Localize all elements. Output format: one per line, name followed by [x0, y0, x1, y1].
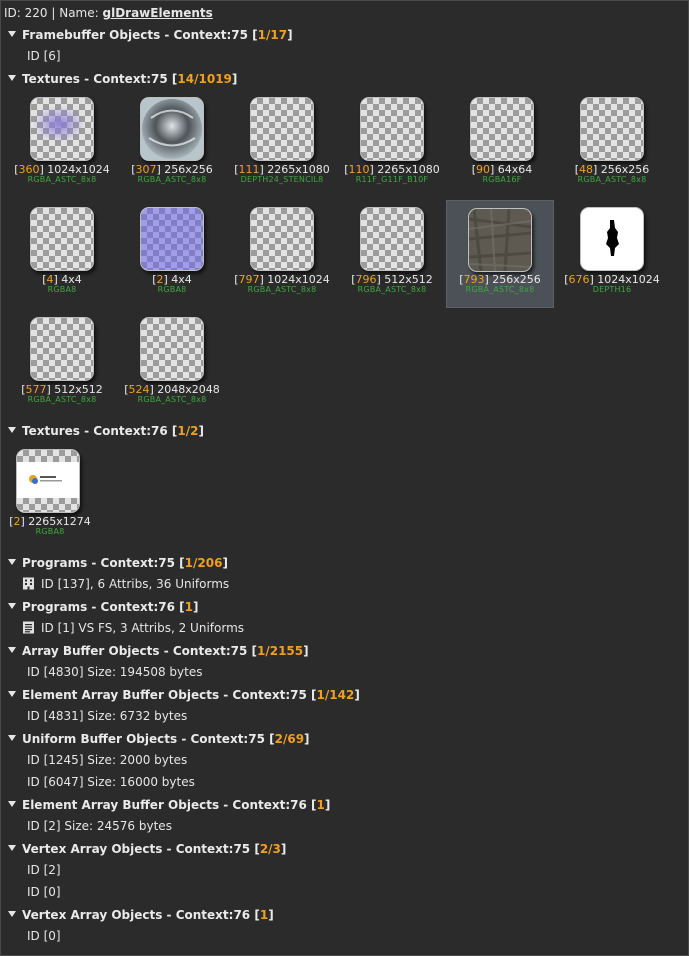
- texture-preview: [606, 220, 619, 256]
- texture-preview: [469, 209, 531, 271]
- element-array-buffer-item[interactable]: ID [2] Size: 24576 bytes: [27, 817, 172, 835]
- texture-thumbnail: [468, 208, 532, 272]
- texture-tile-2[interactable]: [2] 4x4 RGBA8: [122, 201, 222, 304]
- vertex-array-item[interactable]: ID [2]: [27, 861, 61, 879]
- program-document-icon: [23, 621, 34, 634]
- texture-tile-110[interactable]: [110] 2265x1080 R11F_G11F_B10F: [342, 91, 442, 194]
- texture-preview: [17, 462, 79, 498]
- section-header-vertex-array-ctx75[interactable]: Vertex Array Objects - Context:75 [2/3]: [8, 840, 286, 858]
- expand-triangle-icon: [8, 801, 16, 807]
- texture-thumbnail: [30, 207, 94, 271]
- texture-tile-48[interactable]: [48] 256x256 RGBA_ASTC_8x8: [562, 91, 662, 194]
- section-header-programs-ctx76[interactable]: Programs - Context:76 [1]: [8, 598, 199, 616]
- section-header-element-array-buffer-ctx75[interactable]: Element Array Buffer Objects - Context:7…: [8, 686, 360, 704]
- uniform-buffer-item[interactable]: ID [6047] Size: 16000 bytes: [27, 773, 195, 791]
- call-name-link[interactable]: glDrawElements: [102, 6, 212, 20]
- texture-tile-797[interactable]: [797] 1024x1024 RGBA_ASTC_8x8: [232, 201, 332, 304]
- texture-tile-90[interactable]: [90] 64x64 RGBA16F: [452, 91, 552, 194]
- texture-tile-ctx76-2[interactable]: [2] 2265x1274 RGBA8: [0, 443, 100, 546]
- expand-triangle-icon: [8, 845, 16, 851]
- section-header-textures-ctx76[interactable]: Textures - Context:76 [1/2]: [8, 422, 204, 440]
- texture-tile-4[interactable]: [4] 4x4 RGBA8: [12, 201, 112, 304]
- program-item-137[interactable]: ID [137], 6 Attribs, 36 Uniforms: [22, 575, 229, 593]
- call-header: ID: 220 | Name: glDrawElements: [4, 6, 213, 20]
- expand-triangle-icon: [8, 911, 16, 917]
- section-header-programs-ctx75[interactable]: Programs - Context:75 [1/206]: [8, 554, 228, 572]
- section-header-uniform-buffer-ctx75[interactable]: Uniform Buffer Objects - Context:75 [2/6…: [8, 730, 310, 748]
- texture-thumbnail: [140, 207, 204, 271]
- texture-preview: [141, 208, 203, 270]
- texture-thumbnail: [140, 97, 204, 161]
- section-header-vertex-array-ctx76[interactable]: Vertex Array Objects - Context:76 [1]: [8, 906, 274, 924]
- element-array-buffer-item[interactable]: ID [4831] Size: 6732 bytes: [27, 707, 187, 725]
- texture-tile-793-selected[interactable]: [793] 256x256 RGBA_ASTC_8x8: [446, 200, 554, 308]
- texture-preview: [141, 98, 203, 160]
- vertex-array-item[interactable]: ID [0]: [27, 927, 61, 945]
- texture-tile-524[interactable]: [524] 2048x2048 RGBA_ASTC_8x8: [122, 311, 222, 414]
- expand-triangle-icon: [8, 75, 16, 81]
- texture-thumbnail: [140, 317, 204, 381]
- texture-thumbnail: [360, 97, 424, 161]
- texture-tile-307[interactable]: [307] 256x256 RGBA_ASTC_8x8: [122, 91, 222, 194]
- uniform-buffer-item[interactable]: ID [1245] Size: 2000 bytes: [27, 751, 187, 769]
- expand-triangle-icon: [8, 735, 16, 741]
- expand-triangle-icon: [8, 559, 16, 565]
- texture-tile-796[interactable]: [796] 512x512 RGBA_ASTC_8x8: [342, 201, 442, 304]
- program-item-1[interactable]: ID [1] VS FS, 3 Attribs, 2 Uniforms: [22, 619, 244, 637]
- expand-triangle-icon: [8, 31, 16, 37]
- texture-tile-577[interactable]: [577] 512x512 RGBA_ASTC_8x8: [12, 311, 112, 414]
- texture-thumbnail: [250, 97, 314, 161]
- expand-triangle-icon: [8, 647, 16, 653]
- texture-thumbnail: [470, 97, 534, 161]
- texture-thumbnail: [30, 317, 94, 381]
- texture-thumbnail: [250, 207, 314, 271]
- texture-tile-676[interactable]: [676] 1024x1024 DEPTH16: [562, 201, 662, 304]
- texture-preview: [33, 106, 85, 142]
- texture-thumbnail: [360, 207, 424, 271]
- section-header-framebuffer-ctx75[interactable]: Framebuffer Objects - Context:75 [1/17]: [8, 26, 293, 44]
- expand-triangle-icon: [8, 691, 16, 697]
- framebuffer-item[interactable]: ID [6]: [27, 47, 61, 65]
- section-header-array-buffer-ctx75[interactable]: Array Buffer Objects - Context:75 [1/215…: [8, 642, 309, 660]
- expand-triangle-icon: [8, 427, 16, 433]
- texture-thumbnail: [580, 207, 644, 271]
- array-buffer-item[interactable]: ID [4830] Size: 194508 bytes: [27, 663, 202, 681]
- texture-thumbnail: [580, 97, 644, 161]
- vertex-array-item[interactable]: ID [0]: [27, 883, 61, 901]
- expand-triangle-icon: [8, 603, 16, 609]
- texture-tile-111[interactable]: [111] 2265x1080 DEPTH24_STENCIL8: [232, 91, 332, 194]
- section-header-element-array-buffer-ctx76[interactable]: Element Array Buffer Objects - Context:7…: [8, 796, 330, 814]
- section-header-textures-ctx75[interactable]: Textures - Context:75 [14/1019]: [8, 70, 237, 88]
- texture-thumbnail: [16, 449, 80, 513]
- texture-tile-360[interactable]: [360] 1024x1024 RGBA_ASTC_8x8: [12, 91, 112, 194]
- texture-thumbnail: [30, 97, 94, 161]
- program-building-icon: [23, 577, 34, 590]
